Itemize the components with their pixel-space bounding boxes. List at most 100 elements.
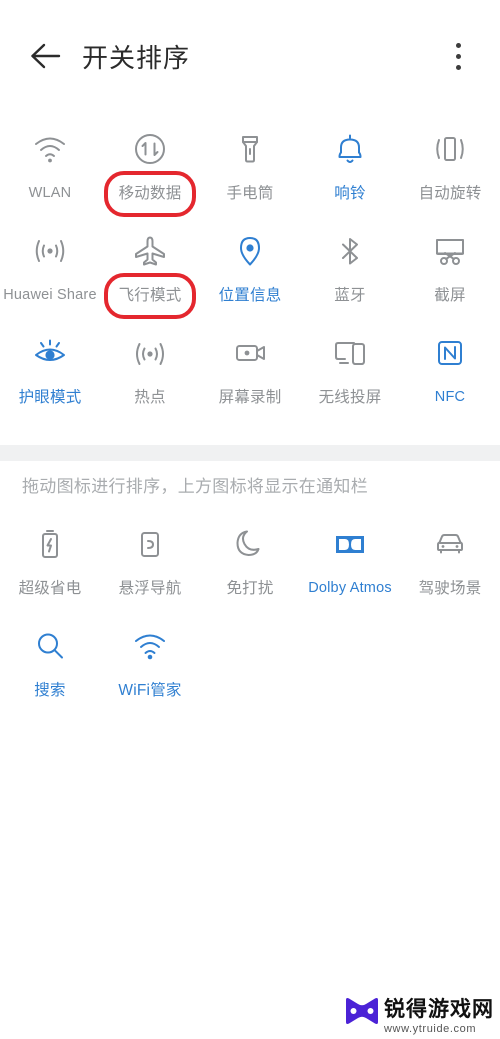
tile-label: 蓝牙 bbox=[334, 287, 366, 304]
tile-label: 护眼模式 bbox=[18, 389, 82, 406]
tile-label: WiFi管家 bbox=[118, 682, 182, 699]
site-watermark: 锐得游戏网 www.ytruide.com bbox=[345, 996, 494, 1035]
tile-label: 超级省电 bbox=[18, 580, 82, 597]
tile-位置信息[interactable]: 位置信息 bbox=[200, 220, 300, 322]
screen-record-icon-wrap bbox=[227, 330, 273, 376]
dolby-atmos-icon-wrap bbox=[327, 521, 373, 567]
hidden-tiles-grid: 超级省电 悬浮导航 免打扰 Dolby Atmos 驾驶场景搜索 WiFi管家 bbox=[0, 513, 500, 717]
hidden-tile-免打扰[interactable]: 免打扰 bbox=[200, 513, 300, 615]
tile-label: 驾驶场景 bbox=[418, 580, 482, 597]
location-pin-icon bbox=[240, 237, 260, 266]
tile-label: 免打扰 bbox=[226, 580, 274, 597]
bluetooth-icon bbox=[342, 238, 358, 265]
cast-icon-wrap bbox=[327, 330, 373, 376]
flashlight-icon-wrap bbox=[227, 126, 273, 172]
airplane-icon-wrap bbox=[127, 228, 173, 274]
car-mode-icon-wrap bbox=[427, 521, 473, 567]
bowtie-logo-icon bbox=[346, 998, 378, 1024]
location-pin-icon-wrap bbox=[227, 228, 273, 274]
back-button[interactable] bbox=[18, 28, 74, 84]
tile-label: 无线投屏 bbox=[318, 389, 382, 406]
mobile-data-icon-wrap bbox=[127, 126, 173, 172]
wifi-icon-wrap bbox=[27, 126, 73, 172]
tile-手电筒[interactable]: 手电筒 bbox=[200, 118, 300, 220]
wifi-icon bbox=[35, 137, 65, 163]
battery-saver-icon-wrap bbox=[27, 521, 73, 567]
phone-screen: 开关排序 WLAN 移动数据 手电筒 响铃 自动旋转 Huawei Share 飞行模式 位置… bbox=[0, 0, 500, 1039]
tile-屏幕录制[interactable]: 屏幕录制 bbox=[200, 322, 300, 424]
tile-label: 屏幕录制 bbox=[218, 389, 282, 406]
tile-移动数据[interactable]: 移动数据 bbox=[100, 118, 200, 220]
tile-label: Huawei Share bbox=[3, 287, 97, 303]
tile-蓝牙[interactable]: 蓝牙 bbox=[300, 220, 400, 322]
nfc-icon bbox=[438, 341, 462, 365]
tile-响铃[interactable]: 响铃 bbox=[300, 118, 400, 220]
tile-label: 搜索 bbox=[34, 682, 66, 699]
screen-record-icon bbox=[236, 345, 265, 361]
eye-comfort-icon-wrap bbox=[27, 330, 73, 376]
tile-wlan[interactable]: WLAN bbox=[0, 118, 100, 220]
hidden-tile-驾驶场景[interactable]: 驾驶场景 bbox=[400, 513, 500, 615]
tile-热点[interactable]: 热点 bbox=[100, 322, 200, 424]
more-vertical-icon bbox=[455, 53, 461, 59]
tile-label: 手电筒 bbox=[226, 185, 274, 202]
tile-自动旋转[interactable]: 自动旋转 bbox=[400, 118, 500, 220]
huawei-share-icon-wrap bbox=[27, 228, 73, 274]
eye-comfort-icon bbox=[35, 339, 65, 361]
car-mode-icon bbox=[437, 534, 463, 554]
search-icon-wrap bbox=[27, 623, 73, 669]
tile-label: 悬浮导航 bbox=[118, 580, 182, 597]
tile-label: 位置信息 bbox=[218, 287, 282, 304]
more-options-button[interactable] bbox=[438, 33, 478, 79]
tile-飞行模式[interactable]: 飞行模式 bbox=[100, 220, 200, 322]
wifi-manager-icon-wrap bbox=[127, 623, 173, 669]
tile-label: Dolby Atmos bbox=[308, 580, 392, 596]
hidden-tile-wifi管家[interactable]: WiFi管家 bbox=[100, 615, 200, 717]
search-icon bbox=[38, 633, 63, 659]
floating-nav-icon-wrap bbox=[127, 521, 173, 567]
page-title: 开关排序 bbox=[82, 42, 191, 73]
do-not-disturb-icon bbox=[236, 530, 260, 556]
auto-rotate-icon bbox=[436, 137, 464, 161]
tile-label: 截屏 bbox=[434, 287, 466, 304]
hidden-tile-搜索[interactable]: 搜索 bbox=[0, 615, 100, 717]
do-not-disturb-icon-wrap bbox=[227, 521, 273, 567]
reorder-hint-text: 拖动图标进行排序，上方图标将显示在通知栏 bbox=[22, 477, 368, 496]
bell-icon bbox=[338, 134, 362, 163]
tile-huawei-share[interactable]: Huawei Share bbox=[0, 220, 100, 322]
screenshot-icon-wrap bbox=[427, 228, 473, 274]
tile-护眼模式[interactable]: 护眼模式 bbox=[0, 322, 100, 424]
battery-saver-icon bbox=[42, 530, 58, 558]
auto-rotate-icon-wrap bbox=[427, 126, 473, 172]
hotspot-icon-wrap bbox=[127, 330, 173, 376]
more-vertical-icon bbox=[455, 64, 461, 70]
hidden-tile-悬浮导航[interactable]: 悬浮导航 bbox=[100, 513, 200, 615]
wifi-manager-icon bbox=[135, 634, 165, 660]
tile-无线投屏[interactable]: 无线投屏 bbox=[300, 322, 400, 424]
huawei-share-icon bbox=[35, 240, 65, 262]
screenshot-icon bbox=[436, 239, 464, 265]
app-header: 开关排序 bbox=[0, 0, 500, 112]
nfc-icon-wrap bbox=[427, 330, 473, 376]
tile-截屏[interactable]: 截屏 bbox=[400, 220, 500, 322]
bluetooth-icon-wrap bbox=[327, 228, 373, 274]
section-divider bbox=[0, 445, 500, 461]
more-vertical-icon bbox=[455, 42, 461, 48]
arrow-left-icon bbox=[31, 43, 61, 69]
floating-nav-icon bbox=[141, 532, 159, 557]
bell-icon-wrap bbox=[327, 126, 373, 172]
hidden-tile-dolby-atmos[interactable]: Dolby Atmos bbox=[300, 513, 400, 615]
tile-label: 自动旋转 bbox=[418, 185, 482, 202]
cast-icon bbox=[335, 342, 365, 365]
tile-label: 热点 bbox=[134, 389, 166, 406]
tile-label: NFC bbox=[434, 389, 466, 405]
tile-label: 移动数据 bbox=[118, 185, 182, 202]
tile-nfc[interactable]: NFC bbox=[400, 322, 500, 424]
mobile-data-icon bbox=[135, 134, 165, 164]
dolby-atmos-icon bbox=[336, 536, 364, 553]
hidden-tile-超级省电[interactable]: 超级省电 bbox=[0, 513, 100, 615]
hotspot-icon bbox=[136, 343, 164, 365]
tile-label: 响铃 bbox=[334, 185, 366, 202]
airplane-icon bbox=[135, 236, 165, 266]
watermark-site-url: www.ytruide.com bbox=[384, 1023, 477, 1035]
